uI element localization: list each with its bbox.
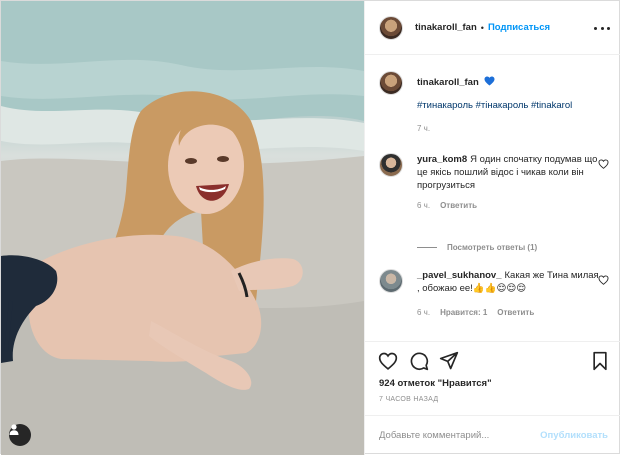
caption-meta: 7 ч. xyxy=(417,122,603,135)
reply-button[interactable]: Ответить xyxy=(440,201,477,210)
avatar[interactable] xyxy=(379,153,403,177)
post-header: tinakaroll_fan • Подписаться xyxy=(365,1,620,55)
avatar[interactable] xyxy=(379,15,403,40)
view-replies-label: Посмотреть ответы (1) xyxy=(447,243,538,252)
comment-username[interactable]: yura_kom8 xyxy=(417,154,467,165)
avatar[interactable] xyxy=(379,269,403,293)
caption-hashtags[interactable]: #тинакароль #тінакароль #tinakarol xyxy=(417,99,603,112)
header-username[interactable]: tinakaroll_fan xyxy=(415,22,477,33)
view-replies-button[interactable]: Посмотреть ответы (1) xyxy=(417,243,537,252)
comment-time[interactable]: 6 ч. xyxy=(417,201,430,210)
comment: _pavel_sukhanov_ Какая же Тина милая , об… xyxy=(379,269,611,333)
comments-section: tinakaroll_fan #тинакароль #тінакароль #… xyxy=(365,55,620,341)
post-side-panel: tinakaroll_fan • Подписаться tinakaroll_… xyxy=(364,1,620,455)
comment-time[interactable]: 6 ч. xyxy=(417,308,430,317)
publish-button[interactable]: Опубликовать xyxy=(540,430,608,441)
heart-outline-icon[interactable] xyxy=(598,159,609,169)
post-photo[interactable] xyxy=(1,1,364,455)
comment-meta: 6 ч. Нравится: 1 Ответить xyxy=(417,306,603,319)
comment-icon[interactable] xyxy=(409,351,429,371)
follow-button[interactable]: Подписаться xyxy=(488,22,550,33)
like-heart-icon[interactable] xyxy=(378,351,398,371)
comment-body: yura_kom8 Я один спочатку подумав що це я… xyxy=(417,153,603,212)
caption: tinakaroll_fan #тинакароль #тінакароль #… xyxy=(379,71,611,135)
divider-line xyxy=(417,247,437,248)
likes-count[interactable]: 924 отметок "Нравится" xyxy=(379,378,492,389)
heart-outline-icon[interactable] xyxy=(598,275,609,285)
bookmark-icon[interactable] xyxy=(590,351,610,371)
comment-input[interactable] xyxy=(379,430,541,441)
caption-body: tinakaroll_fan #тинакароль #тінакароль #… xyxy=(417,71,603,135)
avatar[interactable] xyxy=(379,71,403,95)
caption-username[interactable]: tinakaroll_fan xyxy=(417,77,479,88)
tagged-user-button[interactable] xyxy=(9,424,31,446)
user-icon xyxy=(9,424,19,435)
comment-meta: 6 ч. Ответить xyxy=(417,199,603,212)
instagram-post: tinakaroll_fan • Подписаться tinakaroll_… xyxy=(0,0,620,455)
comment-likes[interactable]: Нравится: 1 xyxy=(440,308,487,317)
add-comment-bar: Опубликовать xyxy=(365,415,620,455)
beach-photo-illustration xyxy=(1,1,364,455)
share-send-icon[interactable] xyxy=(439,351,459,371)
post-time[interactable]: 7 ЧАСОВ НАЗАД xyxy=(379,396,438,403)
header-separator: • xyxy=(480,22,484,33)
comment-username[interactable]: _pavel_sukhanov_ xyxy=(417,270,502,281)
more-dots-icon[interactable] xyxy=(594,21,610,35)
comment: yura_kom8 Я один спочатку подумав що це я… xyxy=(379,153,611,233)
caption-time[interactable]: 7 ч. xyxy=(417,124,430,133)
blue-heart-icon xyxy=(484,76,495,86)
comment-body: _pavel_sukhanov_ Какая же Тина милая , об… xyxy=(417,269,603,319)
reply-button[interactable]: Ответить xyxy=(497,308,534,317)
